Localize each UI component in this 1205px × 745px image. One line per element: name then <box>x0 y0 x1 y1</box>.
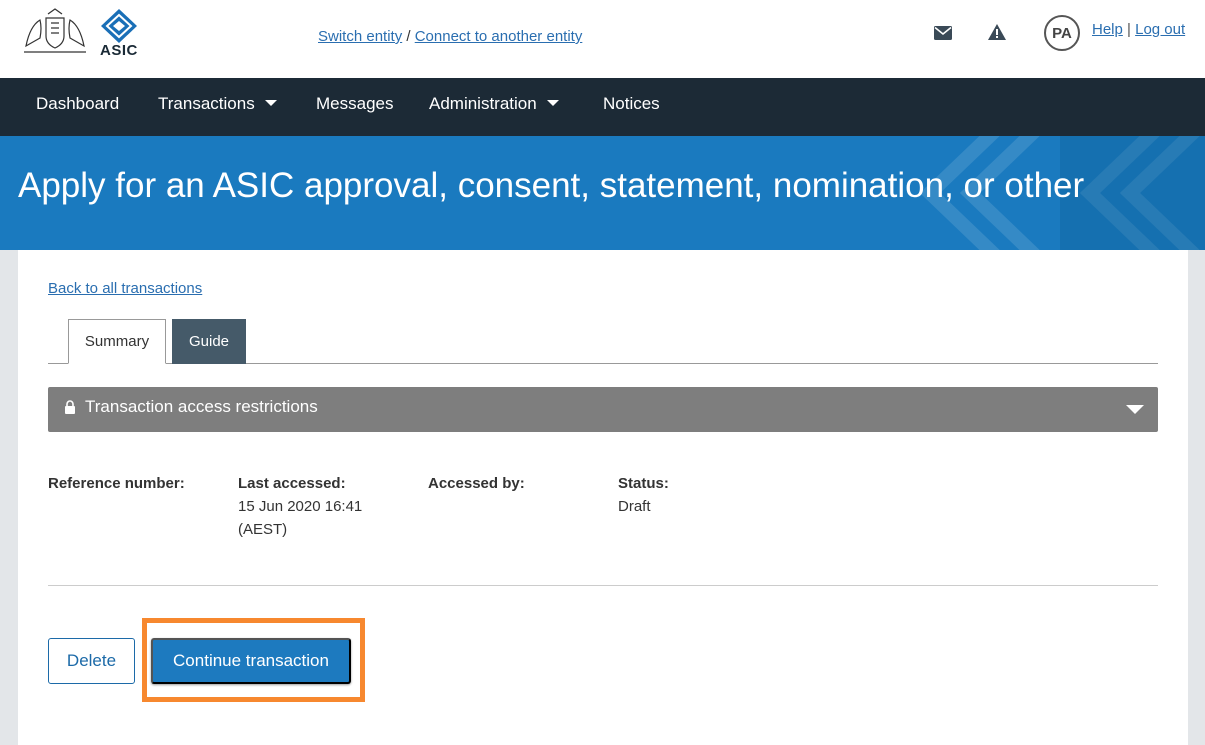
user-avatar[interactable]: PA <box>1044 15 1080 51</box>
tab-label: Guide <box>188 333 230 350</box>
main-navigation: Dashboard Transactions Messages Administ… <box>0 78 1205 136</box>
help-separator: | <box>1127 21 1131 38</box>
back-to-transactions-link[interactable]: Back to all transactions <box>48 280 202 297</box>
accessed-by-field: Accessed by: <box>428 472 525 495</box>
lock-icon <box>65 400 75 414</box>
envelope-icon[interactable] <box>934 26 952 40</box>
chevron-down-icon <box>264 99 277 106</box>
coat-of-arms-logo[interactable] <box>18 6 92 58</box>
page-title: Apply for an ASIC approval, consent, sta… <box>18 166 1085 205</box>
chevron-down-icon <box>546 99 559 106</box>
last-accessed-timezone: (AEST) <box>238 521 288 538</box>
nav-item-label: Notices <box>603 94 660 113</box>
transaction-card: Back to all transactions Summary Guide T… <box>18 250 1188 745</box>
accessed-by-label: Accessed by: <box>428 475 525 492</box>
last-accessed-label: Last accessed: <box>238 475 346 492</box>
tab-label: Summary <box>84 333 150 350</box>
entity-links: Switch entity / Connect to another entit… <box>318 28 582 45</box>
nav-item-label: Messages <box>316 94 394 113</box>
warning-triangle-icon[interactable] <box>988 24 1006 40</box>
logout-link[interactable]: Log out <box>1135 21 1185 38</box>
access-restrictions-label: Transaction access restrictions <box>85 397 318 416</box>
nav-item-label: Dashboard <box>36 94 120 113</box>
continue-transaction-button[interactable]: Continue transaction <box>151 638 351 684</box>
asic-wordmark: ASIC <box>100 42 138 59</box>
connect-entity-link[interactable]: Connect to another entity <box>415 28 583 45</box>
reference-number-field: Reference number: <box>48 472 185 495</box>
reference-number-label: Reference number: <box>48 475 185 492</box>
delete-button[interactable]: Delete <box>48 638 135 684</box>
help-links: Help | Log out <box>1092 21 1185 38</box>
nav-item-notices[interactable]: Notices <box>603 94 660 114</box>
page-banner: Apply for an ASIC approval, consent, sta… <box>0 136 1205 250</box>
switch-entity-link[interactable]: Switch entity <box>318 28 402 45</box>
status-value: Draft <box>618 498 651 515</box>
tab-summary[interactable]: Summary <box>68 319 166 364</box>
status-field: Status: Draft <box>618 472 669 518</box>
nav-item-label: Administration <box>429 94 537 113</box>
chevron-down-icon <box>1126 405 1144 414</box>
last-accessed-value: 15 Jun 2020 16:41 <box>238 498 363 515</box>
nav-item-dashboard[interactable]: Dashboard <box>36 94 119 114</box>
tab-guide[interactable]: Guide <box>172 319 246 364</box>
status-label: Status: <box>618 475 669 492</box>
entity-separator: / <box>406 28 411 45</box>
last-accessed-field: Last accessed: 15 Jun 2020 16:41 (AEST) <box>238 472 362 541</box>
nav-item-transactions[interactable]: Transactions <box>158 94 277 114</box>
section-divider <box>48 585 1158 586</box>
nav-item-administration[interactable]: Administration <box>429 94 559 114</box>
nav-item-label: Transactions <box>158 94 255 113</box>
help-link[interactable]: Help <box>1092 21 1123 38</box>
access-restrictions-accordion[interactable]: Transaction access restrictions <box>48 387 1158 432</box>
top-header: ASIC Switch entity / Connect to another … <box>0 0 1205 78</box>
asic-logo[interactable]: ASIC <box>98 8 140 62</box>
nav-item-messages[interactable]: Messages <box>316 94 393 114</box>
